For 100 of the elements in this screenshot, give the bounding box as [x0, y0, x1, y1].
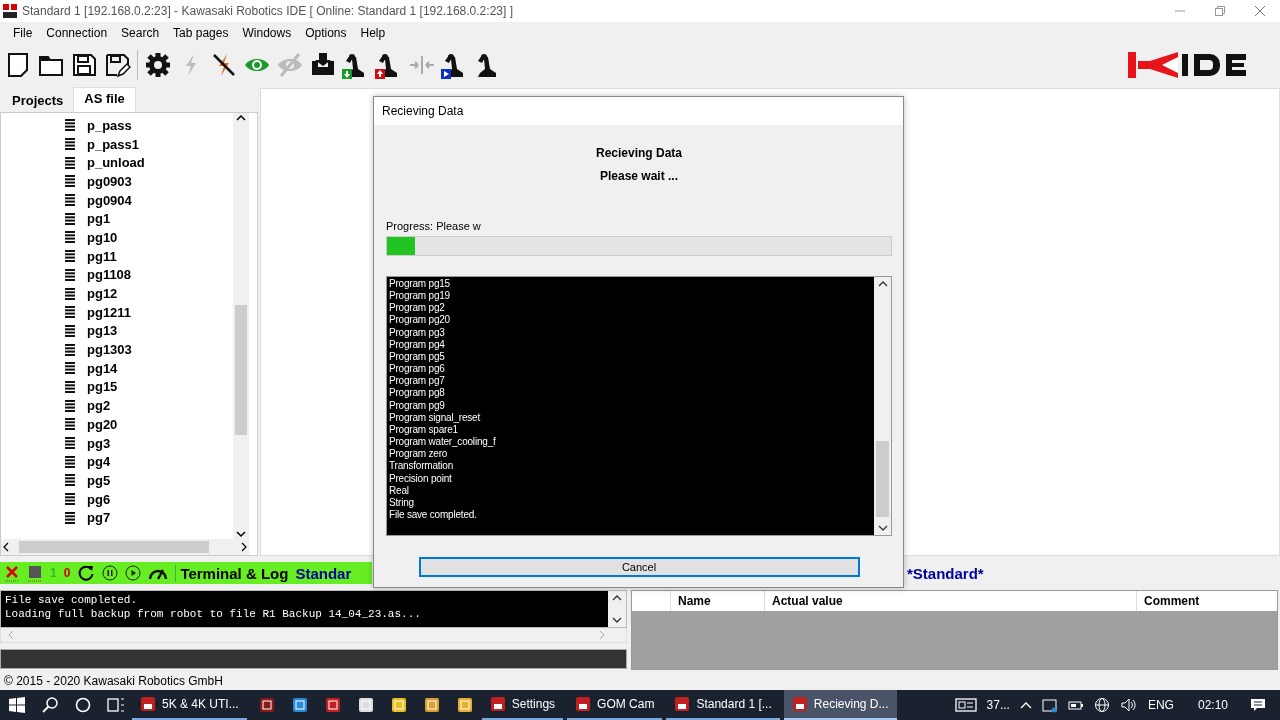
- log-line: Program pg15: [389, 278, 451, 291]
- cancel-button[interactable]: Cancel: [418, 557, 860, 577]
- app-icon[interactable]: [358, 697, 375, 713]
- tree-item[interactable]: pg12: [87, 286, 118, 302]
- news-icon[interactable]: [954, 697, 977, 713]
- app-icon[interactable]: [391, 697, 408, 713]
- app-logo-icon: [2, 3, 18, 19]
- tree-item[interactable]: pg1211: [87, 304, 132, 320]
- taskbar-window[interactable]: Recieving D...: [783, 690, 897, 720]
- tree-item[interactable]: pg0904: [87, 192, 132, 208]
- language-indicator[interactable]: ENG: [1147, 698, 1174, 712]
- app-icon[interactable]: [325, 697, 342, 713]
- menu-item[interactable]: Tab pages: [166, 26, 236, 40]
- sidebar-tab[interactable]: AS file: [73, 87, 136, 112]
- sync-icon[interactable]: [1041, 697, 1058, 713]
- scroll-down-icon[interactable]: [236, 529, 246, 539]
- log-line: Program pg6: [389, 363, 446, 376]
- clock[interactable]: 02:10: [1197, 698, 1228, 712]
- tree-item[interactable]: pg20: [87, 416, 118, 432]
- chevron-up-icon[interactable]: [1019, 700, 1032, 710]
- scroll-up-icon[interactable]: [612, 594, 622, 602]
- search-icon[interactable]: [41, 697, 58, 713]
- save-as-icon[interactable]: [103, 51, 131, 79]
- tree-item[interactable]: pg4: [87, 454, 111, 470]
- start-icon[interactable]: [9, 697, 25, 713]
- menu-item[interactable]: Options: [298, 26, 354, 40]
- log-line: Transformation: [389, 460, 455, 473]
- menu-item[interactable]: Connection: [39, 26, 115, 40]
- window-icon: [674, 696, 691, 712]
- save-icon[interactable]: [70, 51, 98, 79]
- menu-item[interactable]: File: [6, 26, 40, 40]
- tree-item[interactable]: pg2: [87, 398, 111, 414]
- circle-icon[interactable]: [74, 697, 91, 713]
- tree-item[interactable]: p_pass1: [87, 136, 140, 152]
- play-icon[interactable]: [125, 565, 142, 581]
- app-icon[interactable]: [424, 697, 441, 713]
- settings-icon[interactable]: [144, 51, 172, 79]
- tree-item[interactable]: pg1108: [87, 267, 132, 283]
- tree-item[interactable]: pg1: [87, 211, 111, 227]
- close-icon[interactable]: [1254, 5, 1266, 17]
- file-lines-icon: [65, 287, 75, 300]
- log-line: Program pg8: [389, 387, 446, 400]
- tree-item[interactable]: pg5: [87, 472, 111, 488]
- pause-icon[interactable]: [102, 565, 119, 581]
- scroll-left-icon[interactable]: [1, 542, 11, 552]
- robot-name: Standar: [295, 564, 352, 582]
- taskbar-window[interactable]: GOM Cam: [567, 690, 663, 720]
- file-lines-icon: [65, 343, 75, 356]
- tree-item[interactable]: pg11: [87, 248, 117, 264]
- log-line: Program pg9: [389, 399, 446, 412]
- tree-item[interactable]: pg3: [87, 435, 111, 451]
- app-icon[interactable]: [259, 697, 276, 713]
- speaker-icon[interactable]: [1119, 697, 1138, 713]
- copyright-text: © 2015 - 2020 Kawasaki Robotics GmbH: [4, 674, 223, 688]
- tree-item[interactable]: pg1303: [87, 342, 132, 358]
- tree-item[interactable]: pg7: [87, 510, 111, 526]
- app-icon[interactable]: [457, 697, 474, 713]
- tree-item[interactable]: pg14: [87, 360, 118, 376]
- globe-icon[interactable]: [1093, 697, 1110, 713]
- taskbar-window[interactable]: 5K & 4K UTI...: [132, 690, 247, 720]
- log-line: Program water_cooling_f: [389, 436, 497, 449]
- task-view-icon[interactable]: [106, 697, 125, 713]
- file-lines-icon: [65, 380, 75, 393]
- taskbar-window[interactable]: Settings: [481, 690, 564, 720]
- scrollbar-thumb[interactable]: [876, 441, 889, 517]
- scroll-down-icon[interactable]: [612, 616, 622, 624]
- tree-item[interactable]: pg15: [87, 379, 118, 395]
- restore-icon[interactable]: [1214, 5, 1226, 17]
- scrollbar-thumb[interactable]: [235, 305, 247, 435]
- tree-item[interactable]: pg0903: [87, 173, 132, 189]
- file-lines-icon: [65, 324, 75, 337]
- scrollbar-thumb[interactable]: [19, 541, 209, 553]
- scroll-down-icon[interactable]: [877, 524, 888, 532]
- notification-icon[interactable]: [1250, 697, 1266, 713]
- scroll-up-icon[interactable]: [877, 280, 888, 288]
- file-lines-icon: [65, 194, 75, 207]
- scroll-up-icon[interactable]: [236, 113, 246, 123]
- file-lines-icon: [65, 268, 75, 281]
- log-line: Program pg2: [389, 302, 446, 315]
- close-icon[interactable]: [4, 564, 20, 582]
- menu-item[interactable]: Windows: [235, 26, 299, 40]
- tree-item[interactable]: pg6: [87, 491, 111, 507]
- log-line: Program pg3: [389, 326, 446, 339]
- menu-item[interactable]: Search: [114, 26, 167, 40]
- refresh-icon[interactable]: [77, 564, 96, 582]
- app-icon[interactable]: [292, 697, 309, 713]
- sidebar-tab[interactable]: Projects: [2, 90, 74, 112]
- taskbar-window[interactable]: Standard 1 [...: [666, 690, 780, 720]
- log-line: Program signal_reset: [389, 411, 482, 424]
- menu-item[interactable]: Help: [353, 26, 393, 40]
- weather-text[interactable]: 37...: [986, 698, 1010, 712]
- tree-item[interactable]: p_pass: [87, 117, 132, 133]
- progress-label: Progress: Please w: [386, 220, 482, 232]
- tree-item[interactable]: pg13: [87, 323, 118, 339]
- file-lines-icon: [65, 138, 75, 151]
- command-input[interactable]: [0, 649, 627, 669]
- scroll-right-icon[interactable]: [239, 542, 249, 552]
- tree-item[interactable]: pg10: [87, 229, 118, 245]
- tree-item[interactable]: p_unload: [87, 155, 145, 171]
- stop-icon[interactable]: [27, 564, 43, 582]
